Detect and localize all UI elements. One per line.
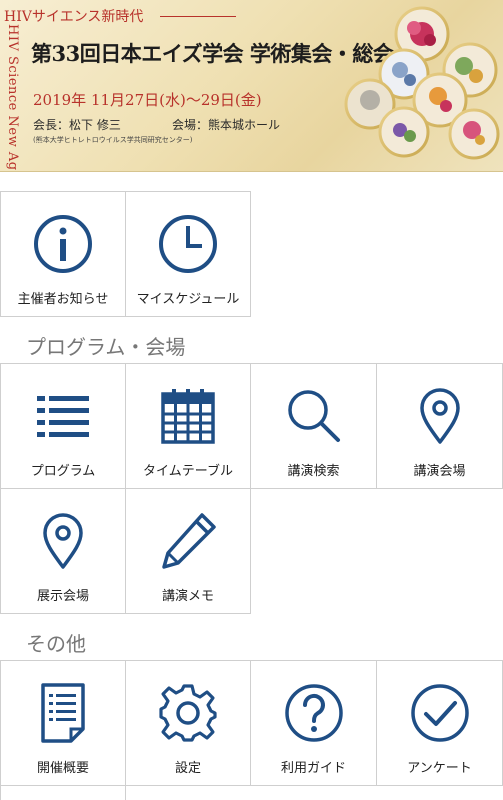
lecture-memo-label: 講演メモ	[161, 589, 214, 604]
survey-tile[interactable]: アンケート	[376, 660, 503, 786]
clock-icon	[159, 215, 217, 273]
map-pin-icon	[419, 388, 460, 444]
check-circle-icon	[410, 684, 469, 742]
lecture-venue-tile[interactable]: 講演会場	[376, 363, 503, 489]
timetable-label: タイムテーブル	[143, 464, 233, 479]
conference-banner: HIVサイエンス新時代 HIV Science New Age 第33回日本エイ…	[0, 0, 503, 172]
map-pin-icon	[43, 513, 83, 569]
help-icon	[284, 684, 343, 742]
pencil-icon	[162, 513, 216, 569]
exhibition-venue-tile[interactable]: 展示会場	[0, 488, 126, 614]
timetable-tile[interactable]: タイムテーブル	[125, 363, 251, 489]
floral-decoration	[344, 6, 500, 160]
survey-label: アンケート	[407, 761, 472, 776]
banner-vertical-text: HIV Science New Age	[5, 24, 20, 172]
conference-dates: 2019年 11月27日(水)～29日(金)	[33, 91, 262, 109]
list-icon	[37, 396, 89, 437]
lecture-memo-tile[interactable]: 講演メモ	[125, 488, 251, 614]
other-section-title: その他	[26, 632, 86, 656]
overview-label: 開催概要	[36, 761, 89, 776]
tagline-rule	[160, 16, 236, 17]
settings-tile[interactable]: 設定	[125, 660, 251, 786]
lecture-venue-label: 講演会場	[413, 464, 466, 479]
document-icon	[41, 683, 85, 743]
gear-icon	[159, 684, 217, 742]
lecture-search-label: 講演検索	[287, 464, 340, 479]
program-label: プログラム	[30, 464, 96, 479]
program-section-title: プログラム・会場	[26, 335, 186, 359]
conference-president: 会長：松下 修三	[33, 118, 121, 132]
my-schedule-tile[interactable]: マイスケジュール	[125, 191, 251, 317]
overview-tile[interactable]: 開催概要	[0, 660, 126, 786]
settings-label: 設定	[174, 761, 201, 776]
lecture-search-tile[interactable]: 講演検索	[250, 363, 377, 489]
my-schedule-label: マイスケジュール	[136, 292, 240, 307]
user-guide-tile[interactable]: 利用ガイド	[250, 660, 377, 786]
exhibition-venue-label: 展示会場	[36, 589, 89, 604]
conference-venue: 会場：熊本城ホール	[172, 118, 281, 132]
info-icon	[34, 215, 92, 273]
user-guide-label: 利用ガイド	[280, 761, 346, 776]
notices-label: 主催者お知らせ	[17, 292, 109, 307]
notices-tile[interactable]: 主催者お知らせ	[0, 191, 126, 317]
calendar-icon	[161, 389, 215, 444]
search-icon	[287, 390, 340, 442]
next-row-tile-partial[interactable]	[0, 785, 126, 800]
conference-organization: (熊本大学ヒトレトロウイルス学共同研究センター)	[33, 136, 193, 144]
program-tile[interactable]: プログラム	[0, 363, 126, 489]
banner-tagline: HIVサイエンス新時代	[4, 9, 144, 25]
